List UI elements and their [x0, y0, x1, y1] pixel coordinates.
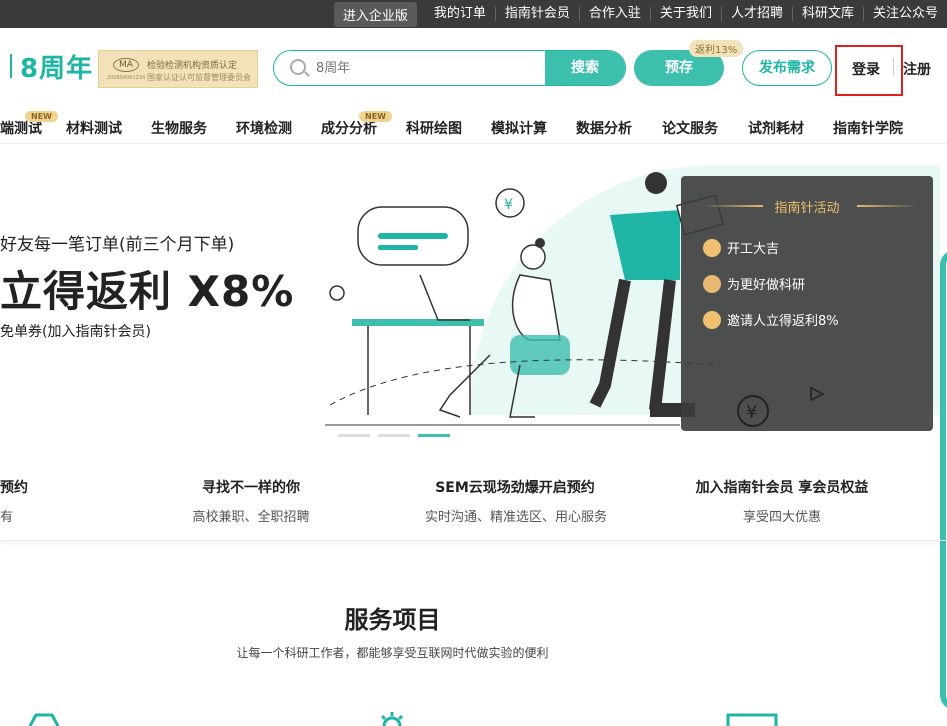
- search-input[interactable]: [316, 51, 546, 85]
- services-title: 服务项目: [344, 606, 441, 634]
- carousel-dot-active[interactable]: [418, 434, 450, 437]
- promo-banner[interactable]: 好友每一笔订单(前三个月下单) 立得返利 X8% 免单券(加入指南针会员) ¥: [0, 145, 947, 455]
- cert-line2: 国家认证认可监督管理委员会: [147, 73, 251, 82]
- cert-code: 200804061234: [107, 75, 146, 81]
- person-icon: [703, 238, 721, 257]
- rebate-badge: 返利13%: [689, 40, 744, 57]
- woman-head: [520, 244, 546, 270]
- test-tube-icon: [28, 713, 60, 726]
- certification-badge: MA 检验检测机构资质认定 国家认证认可监督管理委员会 200804061234: [98, 50, 258, 88]
- enterprise-link[interactable]: 进入企业版: [333, 1, 417, 27]
- top-link-membership[interactable]: 指南针会员: [494, 7, 579, 21]
- gear-icon: [380, 712, 404, 726]
- activity-item-invite[interactable]: 邀请人立得返利8%: [703, 310, 839, 329]
- activity-item-opening[interactable]: 开工大吉: [703, 238, 779, 257]
- man-head: [645, 172, 667, 194]
- logo-divider: [10, 54, 12, 78]
- publish-demand-button[interactable]: 发布需求: [742, 50, 832, 86]
- monitor-icon: [726, 713, 778, 726]
- play-icon: [810, 386, 825, 402]
- nav-item-terminal-test[interactable]: 端测试 NEW: [0, 111, 58, 138]
- search-button[interactable]: 搜索: [545, 51, 625, 85]
- nav-item-composition[interactable]: 成分分析 NEW: [321, 111, 392, 138]
- nav-item-bio-service[interactable]: 生物服务: [151, 118, 207, 138]
- ma-mark: MA: [113, 58, 139, 72]
- banner-line1: 好友每一笔订单(前三个月下单): [0, 235, 235, 255]
- feature-item-recruit[interactable]: 寻找不一样的你 高校兼职、全职招聘: [192, 477, 310, 525]
- login-separator: [893, 58, 894, 76]
- nav-item-simulation[interactable]: 模拟计算: [491, 118, 547, 138]
- activity-decor-right: [857, 205, 917, 207]
- carousel-dot[interactable]: [338, 434, 370, 437]
- search-icon: [290, 59, 306, 75]
- feature-item-sem[interactable]: SEM云现场劲爆开启预约 实时沟通、精准选区、用心服务: [425, 477, 607, 525]
- nav-item-reagents[interactable]: 试剂耗材: [748, 118, 804, 138]
- carousel-dot[interactable]: [378, 434, 410, 437]
- nav-item-env-test[interactable]: 环境检测: [236, 118, 292, 138]
- top-links: 进入企业版 我的订单 指南针会员 合作入驻 关于我们 人才招聘 科研文库 关注公…: [333, 0, 947, 28]
- nav-item-sci-drawing[interactable]: 科研绘图: [406, 118, 462, 138]
- services-subtitle: 让每一个科研工作者，都能够享受互联网时代做实验的便利: [236, 646, 549, 660]
- activity-item-research[interactable]: 为更好做科研: [703, 274, 805, 293]
- top-link-partner[interactable]: 合作入驻: [578, 7, 650, 21]
- laptop: [419, 274, 470, 321]
- nav-item-paper-service[interactable]: 论文服务: [662, 118, 718, 138]
- header: 8周年 MA 检验检测机构资质认定 国家认证认可监督管理委员会 20080406…: [0, 28, 947, 108]
- new-badge: NEW: [359, 111, 392, 122]
- cert-line1: 检验检测机构资质认定: [147, 61, 238, 71]
- banner-headline: 立得返利 X8%: [0, 267, 295, 316]
- top-link-wechat[interactable]: 关注公众号: [862, 7, 947, 21]
- top-link-library[interactable]: 科研文库: [791, 7, 863, 21]
- feature-item-membership[interactable]: 加入指南针会员 享会员权益 享受四大优惠: [692, 477, 872, 525]
- feature-row: 预约 有 寻找不一样的你 高校兼职、全职招聘 SEM云现场劲爆开启预约 实时沟通…: [0, 455, 947, 541]
- svg-text:¥: ¥: [746, 402, 757, 423]
- coins-icon: [703, 310, 721, 329]
- nav-item-material-test[interactable]: 材料测试: [66, 118, 122, 138]
- login-link[interactable]: 登录: [852, 59, 880, 79]
- new-badge: NEW: [25, 111, 58, 122]
- logo[interactable]: 8周年: [20, 48, 93, 85]
- gift-icon: [703, 274, 721, 293]
- carousel-dots: [338, 434, 450, 437]
- activity-panel: 指南针活动 开工大吉 为更好做科研 邀请人立得返利8% ¥: [681, 176, 933, 431]
- top-bar: 进入企业版 我的订单 指南针会员 合作入驻 关于我们 人才招聘 科研文库 关注公…: [0, 0, 947, 28]
- top-link-orders[interactable]: 我的订单: [425, 7, 495, 21]
- banner-line3: 免单券(加入指南针会员): [0, 324, 151, 340]
- nav-item-data-analysis[interactable]: 数据分析: [576, 118, 632, 138]
- nav-item-academy[interactable]: 指南针学院: [833, 118, 903, 138]
- search-box: 搜索: [273, 50, 626, 86]
- small-circle: [329, 285, 345, 301]
- category-nav: 端测试 NEW 材料测试 生物服务 环境检测 成分分析 NEW 科研绘图 模拟计算 …: [0, 108, 947, 144]
- top-link-jobs[interactable]: 人才招聘: [720, 7, 792, 21]
- feature-item-booking[interactable]: 预约 有: [0, 477, 28, 525]
- register-link[interactable]: 注册: [903, 59, 931, 79]
- yen-coin-icon: ¥: [737, 395, 769, 427]
- yen-glyph: ¥: [504, 197, 513, 213]
- top-link-about[interactable]: 关于我们: [649, 7, 721, 21]
